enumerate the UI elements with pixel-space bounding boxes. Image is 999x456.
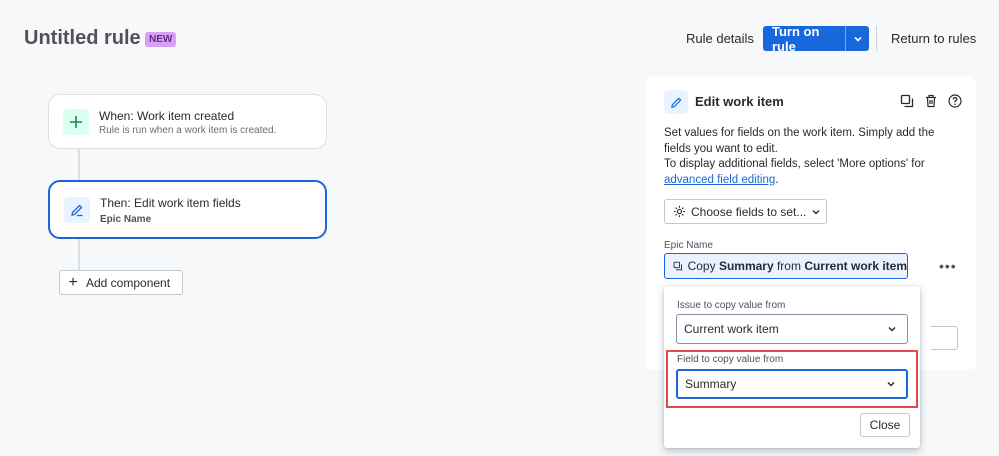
- copy-prefix: Copy: [687, 259, 719, 273]
- plus-icon: [63, 109, 89, 135]
- help-icon[interactable]: [948, 94, 962, 108]
- chevron-down-icon: [888, 326, 896, 332]
- copy-value-button[interactable]: Copy Summary from Current work item: [664, 253, 908, 279]
- desc-line2: To display additional fields, select 'Mo…: [664, 158, 925, 170]
- copy-icon: [673, 261, 682, 271]
- rule-details-link[interactable]: Rule details: [686, 31, 754, 46]
- return-to-rules-link[interactable]: Return to rules: [891, 31, 976, 46]
- copy-mid: from: [773, 259, 805, 273]
- choose-fields-label: Choose fields to set...: [691, 204, 807, 219]
- advanced-field-editing-link[interactable]: advanced field editing: [664, 174, 775, 186]
- copy-source: Current work item: [804, 259, 907, 273]
- trigger-subtitle: Rule is run when a work item is created.: [99, 125, 277, 136]
- header-divider: [876, 26, 877, 51]
- flow-connector: [78, 239, 80, 270]
- gear-icon: [673, 205, 686, 218]
- trigger-node[interactable]: When: Work item created Rule is run when…: [48, 94, 327, 149]
- action-node[interactable]: Then: Edit work item fields Epic Name: [48, 180, 327, 239]
- copy-value-popup: Issue to copy value from Current work it…: [664, 286, 920, 448]
- epic-name-label: Epic Name: [664, 240, 713, 251]
- more-options-icon[interactable]: •••: [939, 258, 957, 274]
- copy-summary-text: Copy Summary from Current work item: [688, 259, 907, 273]
- choose-fields-dropdown[interactable]: Choose fields to set...: [664, 199, 827, 224]
- panel-title: Edit work item: [695, 94, 784, 109]
- highlight-box: [666, 350, 918, 408]
- close-button[interactable]: Close: [860, 413, 910, 437]
- hidden-field-edge: [931, 326, 958, 350]
- flow-connector: [78, 149, 80, 180]
- chevron-down-icon: [812, 209, 820, 214]
- desc-line1: Set values for fields on the work item. …: [664, 127, 935, 155]
- panel-description: Set values for fields on the work item. …: [664, 126, 964, 188]
- turn-on-label: Turn on rule: [772, 23, 820, 54]
- turn-on-dropdown[interactable]: [845, 26, 869, 51]
- desc-end: .: [775, 173, 779, 186]
- chevron-down-icon: [853, 36, 862, 42]
- edit-icon: [664, 90, 688, 114]
- duplicate-icon[interactable]: [900, 94, 914, 108]
- rule-title: Untitled rule: [24, 27, 141, 49]
- add-component-label: Add component: [86, 275, 171, 290]
- turn-on-rule-button[interactable]: Turn on rule: [763, 23, 869, 54]
- edit-icon: [64, 197, 90, 223]
- action-subtitle: Epic Name: [100, 214, 152, 225]
- panel-actions: [900, 94, 962, 108]
- action-title: Then: Edit work item fields: [100, 196, 241, 210]
- issue-select-value: Current work item: [684, 322, 779, 336]
- issue-to-copy-label: Issue to copy value from: [677, 300, 786, 311]
- new-badge: NEW: [145, 32, 177, 47]
- add-component-button[interactable]: + Add component: [59, 270, 183, 295]
- trigger-title: When: Work item created: [99, 109, 235, 123]
- trash-icon[interactable]: [924, 94, 938, 108]
- copy-field: Summary: [718, 259, 774, 273]
- plus-icon: +: [68, 273, 78, 291]
- issue-select[interactable]: Current work item: [676, 314, 908, 344]
